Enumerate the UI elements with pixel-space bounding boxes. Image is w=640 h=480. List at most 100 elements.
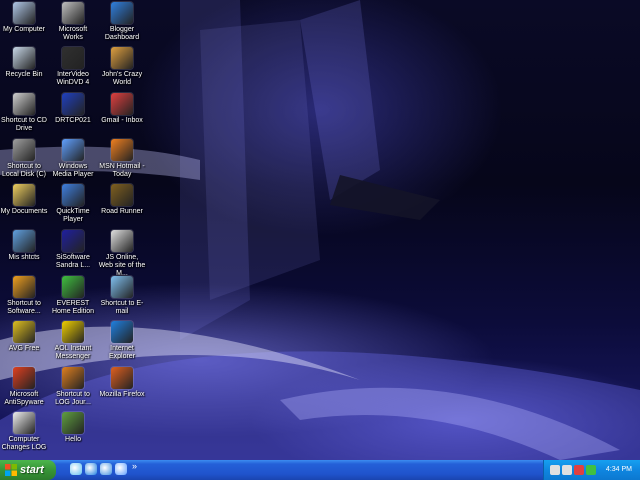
desktop-icon-label: My Documents <box>0 208 48 215</box>
show-desktop-icon[interactable] <box>70 463 82 475</box>
network-icon[interactable] <box>550 465 560 475</box>
desktop-icon-label: Internet Explorer <box>108 345 136 360</box>
desktop-icon[interactable]: Shortcut to E-mail <box>98 276 146 316</box>
desktop-icon[interactable]: Gmail - Inbox <box>98 93 146 125</box>
messenger-icon[interactable] <box>586 465 596 475</box>
desktop-icon[interactable]: Hello <box>49 412 97 444</box>
desktop-icon-label: InterVideo WinDVD 4 <box>56 71 90 86</box>
desktop-icon-label: Shortcut to LOG Jour... <box>55 391 91 406</box>
desktop-icon-label: John's Crazy World <box>101 71 143 86</box>
desktop-icon[interactable]: John's Crazy World <box>98 47 146 87</box>
quick-launch-chevron[interactable]: » <box>132 461 137 471</box>
msn-butterfly-icon <box>111 139 133 161</box>
desktop-icon-label: Gmail - Inbox <box>101 117 143 124</box>
desktop-icon[interactable]: Road Runner <box>98 184 146 216</box>
desktop-icon[interactable]: InterVideo WinDVD 4 <box>49 47 97 87</box>
desktop-icon[interactable]: Blogger Dashboard <box>98 2 146 42</box>
pen-icon <box>62 367 84 389</box>
desktop-icon[interactable]: Microsoft AntiSpyware <box>0 367 48 407</box>
system-tray: 4:34 PM <box>543 460 640 480</box>
desktop-icon-label: Shortcut to Local Disk (C) <box>2 163 46 178</box>
desktop-icon-label: Windows Media Player <box>52 163 94 178</box>
my-documents-icon <box>13 184 35 206</box>
desktop-icon[interactable]: DRTCP021 <box>49 93 97 125</box>
internet-explorer-icon <box>111 321 133 343</box>
antivirus-icon[interactable] <box>574 465 584 475</box>
desktop-icon[interactable]: Windows Media Player <box>49 139 97 179</box>
desktop-icon-label: Computer Changes LOG <box>1 436 47 451</box>
web-page-icon <box>111 230 133 252</box>
email-icon <box>111 276 133 298</box>
desktop-icon[interactable]: SiSoftware Sandra L... <box>49 230 97 270</box>
desktop-icon-label: AOL Instant Messenger <box>54 345 92 360</box>
windvd-icon <box>62 47 84 69</box>
desktop-icon[interactable]: My Documents <box>0 184 48 216</box>
desktop-icon[interactable]: Mis shtcts <box>0 230 48 262</box>
desktop-icon-label: MSN Hotmail - Today <box>99 163 145 178</box>
internet-explorer-icon[interactable] <box>85 463 97 475</box>
desktop-icon-label: DRTCP021 <box>55 117 91 124</box>
desktop-icon-label: Mozilla Firefox <box>99 391 145 398</box>
document-icon <box>13 412 35 434</box>
desktop-icon-label: AVG Free <box>8 345 40 352</box>
clock[interactable]: 4:34 PM <box>606 460 632 480</box>
desktop-icon[interactable]: QuickTime Player <box>49 184 97 224</box>
desktop-icon-label: Shortcut to E-mail <box>100 300 144 315</box>
desktop-icon[interactable]: EVEREST Home Edition <box>49 276 97 316</box>
desktop-icon[interactable]: Recycle Bin <box>0 47 48 79</box>
crazy-world-icon <box>111 47 133 69</box>
desktop[interactable]: My Computer Recycle Bin Shortcut to CD Dri… <box>0 0 640 460</box>
my-computer-icon <box>13 2 35 24</box>
desktop-icon-label: Recycle Bin <box>5 71 43 78</box>
hello-icon <box>62 412 84 434</box>
outlook-express-icon[interactable] <box>100 463 112 475</box>
firefox-icon <box>111 367 133 389</box>
media-player-icon <box>62 139 84 161</box>
desktop-icon-label: JS Online, Web site of the M... <box>98 254 146 277</box>
windows-flag-icon <box>5 464 17 476</box>
desktop-icon[interactable]: Shortcut to Software... <box>0 276 48 316</box>
gmail-icon <box>111 93 133 115</box>
antispyware-icon <box>13 367 35 389</box>
desktop-icon-label: EVEREST Home Edition <box>51 300 95 315</box>
media-player-icon[interactable] <box>115 463 127 475</box>
desktop-icon-label: Blogger Dashboard <box>104 26 140 41</box>
desktop-icon[interactable]: Computer Changes LOG <box>0 412 48 452</box>
desktop-icon-label: Mis shtcts <box>8 254 40 261</box>
desktop-icon-label: Microsoft AntiSpyware <box>4 391 44 406</box>
quicktime-icon <box>62 184 84 206</box>
hard-disk-icon <box>13 139 35 161</box>
desktop-icon[interactable]: JS Online, Web site of the M... <box>98 230 146 278</box>
desktop-icon-label: Hello <box>65 436 81 443</box>
taskbar: start » 4:34 PM <box>0 460 640 480</box>
desktop-icon[interactable]: MSN Hotmail - Today <box>98 139 146 179</box>
shortcuts-icon <box>13 230 35 252</box>
software-icon <box>13 276 35 298</box>
desktop-icon-label: My Computer <box>2 26 45 33</box>
drtcp-icon <box>62 93 84 115</box>
desktop-icon[interactable]: AVG Free <box>0 321 48 353</box>
road-runner-icon <box>111 184 133 206</box>
desktop-icon-label: Road Runner <box>101 208 143 215</box>
everest-icon <box>62 276 84 298</box>
desktop-icon[interactable]: Microsoft Works <box>49 2 97 42</box>
cd-drive-icon <box>13 93 35 115</box>
start-button[interactable]: start <box>0 460 56 480</box>
desktop-icon[interactable]: AOL Instant Messenger <box>49 321 97 361</box>
works-icon <box>62 2 84 24</box>
desktop-icon-label: Microsoft Works <box>58 26 88 41</box>
desktop-icon[interactable]: My Computer <box>0 2 48 34</box>
desktop-icon[interactable]: Mozilla Firefox <box>98 367 146 399</box>
aim-icon <box>62 321 84 343</box>
desktop-icon-label: Shortcut to Software... <box>7 300 41 315</box>
volume-icon[interactable] <box>562 465 572 475</box>
start-label: start <box>20 464 44 476</box>
recycle-bin-icon <box>13 47 35 69</box>
avg-icon <box>13 321 35 343</box>
desktop-icon-label: QuickTime Player <box>56 208 90 223</box>
desktop-icon[interactable]: Internet Explorer <box>98 321 146 361</box>
sandra-icon <box>62 230 84 252</box>
desktop-icon[interactable]: Shortcut to CD Drive <box>0 93 48 133</box>
desktop-icon[interactable]: Shortcut to Local Disk (C) <box>0 139 48 179</box>
desktop-icon[interactable]: Shortcut to LOG Jour... <box>49 367 97 407</box>
